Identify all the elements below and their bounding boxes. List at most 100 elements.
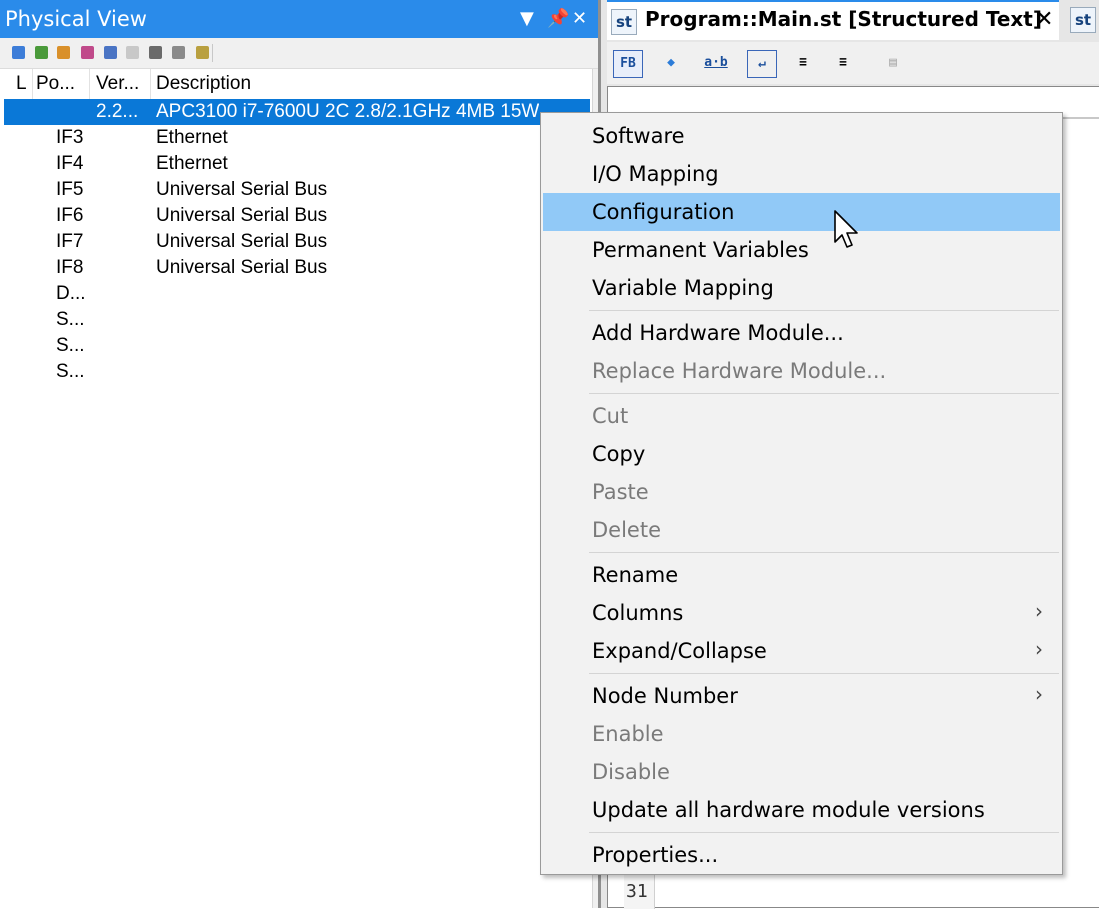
network-icon[interactable] <box>81 46 94 59</box>
context-menu: Software I/O Mapping Configuration Permanen… <box>540 112 1063 875</box>
column-header-position[interactable]: Po... <box>33 69 90 99</box>
description-cell: Universal Serial Bus <box>156 205 328 226</box>
table-row[interactable]: IF4 Ethernet <box>0 151 592 177</box>
tab-close-icon[interactable]: ✕ <box>1035 7 1053 32</box>
position-cell: IF8 <box>56 257 84 278</box>
menu-item-label: Permanent Variables <box>592 238 809 262</box>
menu-item-cut[interactable]: Cut <box>543 397 1060 435</box>
menu-item-label: Copy <box>592 442 646 466</box>
close-icon[interactable]: ✕ <box>572 0 587 38</box>
outdent-button[interactable]: ≡ <box>829 50 857 76</box>
physical-view-title-bar: Physical View ▼ 📌 ✕ <box>0 0 598 38</box>
mouse-cursor-icon <box>834 210 858 248</box>
menu-item-label: Software <box>592 124 685 148</box>
menu-item-variable-mapping[interactable]: Variable Mapping <box>543 269 1060 307</box>
menu-item-label: Replace Hardware Module... <box>592 359 887 383</box>
menu-item-label: Paste <box>592 480 649 504</box>
gear-icon[interactable] <box>172 46 185 59</box>
description-cell: Universal Serial Bus <box>156 231 328 252</box>
menu-separator <box>589 552 1059 553</box>
menu-item-node-number[interactable]: Node Number › <box>543 677 1060 715</box>
menu-item-label: Configuration <box>592 200 735 224</box>
menu-item-label: Cut <box>592 404 629 428</box>
position-cell: IF7 <box>56 231 84 252</box>
menu-item-delete[interactable]: Delete <box>543 511 1060 549</box>
description-cell: Ethernet <box>156 127 228 148</box>
wand-icon[interactable] <box>196 46 209 59</box>
menu-separator <box>589 673 1059 674</box>
position-cell: IF5 <box>56 179 84 200</box>
table-row[interactable]: IF8 Universal Serial Bus <box>0 255 592 281</box>
description-cell: Ethernet <box>156 153 228 174</box>
table-row[interactable]: IF7 Universal Serial Bus <box>0 229 592 255</box>
menu-item-paste[interactable]: Paste <box>543 473 1060 511</box>
menu-item-rename[interactable]: Rename <box>543 556 1060 594</box>
refresh-icon[interactable] <box>12 46 25 59</box>
menu-item-label: Rename <box>592 563 679 587</box>
menu-item-replace-hardware-module[interactable]: Replace Hardware Module... <box>543 352 1060 390</box>
column-header: L Po... Ver... Description <box>0 69 592 99</box>
tab-program-main[interactable]: st Program::Main.st [Structured Text] ✕ <box>607 0 1059 40</box>
menu-item-update-all-hardware-module-versions[interactable]: Update all hardware module versions <box>543 791 1060 829</box>
position-cell: S... <box>56 335 85 356</box>
table-row[interactable]: 2.2... APC3100 i7-7600U 2C 2.8/2.1GHz 4MB… <box>4 99 590 125</box>
table-row[interactable]: D... <box>0 281 592 307</box>
menu-item-software[interactable]: Software <box>543 117 1060 155</box>
menu-item-label: Variable Mapping <box>592 276 774 300</box>
menu-item-copy[interactable]: Copy <box>543 435 1060 473</box>
structured-text-icon: st <box>1070 7 1096 33</box>
search-icon[interactable] <box>149 46 162 59</box>
menu-item-label: Disable <box>592 760 670 784</box>
wrap-button[interactable]: ↵ <box>747 50 777 78</box>
open-icon[interactable] <box>35 46 48 59</box>
document-button[interactable]: ▤ <box>879 50 907 76</box>
table-row[interactable]: IF6 Universal Serial Bus <box>0 203 592 229</box>
insert-fb-button[interactable]: FB <box>613 50 643 78</box>
line-number: 31 <box>626 881 648 902</box>
physical-view-title: Physical View <box>5 7 147 31</box>
module-icon[interactable] <box>57 46 70 59</box>
tab-secondary[interactable]: st <box>1067 0 1099 40</box>
column-header-description[interactable]: Description <box>151 69 591 99</box>
table-row[interactable]: S... <box>0 359 592 385</box>
menu-item-label: Columns <box>592 601 684 625</box>
menu-item-expand-collapse[interactable]: Expand/Collapse › <box>543 632 1060 670</box>
submenu-arrow-icon: › <box>1035 637 1043 661</box>
table-row[interactable]: IF5 Universal Serial Bus <box>0 177 592 203</box>
config-icon[interactable] <box>104 46 117 59</box>
menu-item-label: Expand/Collapse <box>592 639 767 663</box>
structured-text-icon: st <box>611 9 637 35</box>
pen-button[interactable]: ◆ <box>657 50 685 76</box>
menu-separator <box>589 393 1059 394</box>
position-cell: IF4 <box>56 153 84 174</box>
menu-item-columns[interactable]: Columns › <box>543 594 1060 632</box>
description-cell: Universal Serial Bus <box>156 179 328 200</box>
position-cell: IF3 <box>56 127 84 148</box>
menu-item-label: I/O Mapping <box>592 162 719 186</box>
menu-item-enable[interactable]: Enable <box>543 715 1060 753</box>
menu-item-disable[interactable]: Disable <box>543 753 1060 791</box>
menu-item-add-hardware-module[interactable]: Add Hardware Module... <box>543 314 1060 352</box>
description-cell: Universal Serial Bus <box>156 257 328 278</box>
editor-toolbar: FB ◆ a·b ↵ ≡ ≡ ▤ <box>607 42 1099 84</box>
table-row[interactable]: S... <box>0 307 592 333</box>
dropdown-arrow-icon[interactable]: ▼ <box>520 0 534 38</box>
physical-view-panel: Physical View ▼ 📌 ✕ L Po... Ver... Descr… <box>0 0 599 908</box>
text-format-button[interactable]: a·b <box>699 50 733 76</box>
version-cell: 2.2... <box>96 101 139 122</box>
pin-icon[interactable]: 📌 <box>547 0 569 38</box>
column-header-version[interactable]: Ver... <box>90 69 151 99</box>
menu-item-i-o-mapping[interactable]: I/O Mapping <box>543 155 1060 193</box>
table-row[interactable]: S... <box>0 333 592 359</box>
table-row[interactable]: IF3 Ethernet <box>0 125 592 151</box>
menu-item-label: Enable <box>592 722 664 746</box>
indent-button[interactable]: ≡ <box>789 50 817 76</box>
menu-item-permanent-variables[interactable]: Permanent Variables <box>543 231 1060 269</box>
physical-view-toolbar <box>0 38 598 69</box>
position-cell: D... <box>56 283 86 304</box>
disabled-tool-icon[interactable] <box>126 46 139 59</box>
menu-item-configuration[interactable]: Configuration <box>543 193 1060 231</box>
menu-item-properties[interactable]: Properties... <box>543 836 1060 874</box>
toolbar-separator <box>212 44 213 62</box>
column-header-l[interactable]: L <box>0 69 33 99</box>
